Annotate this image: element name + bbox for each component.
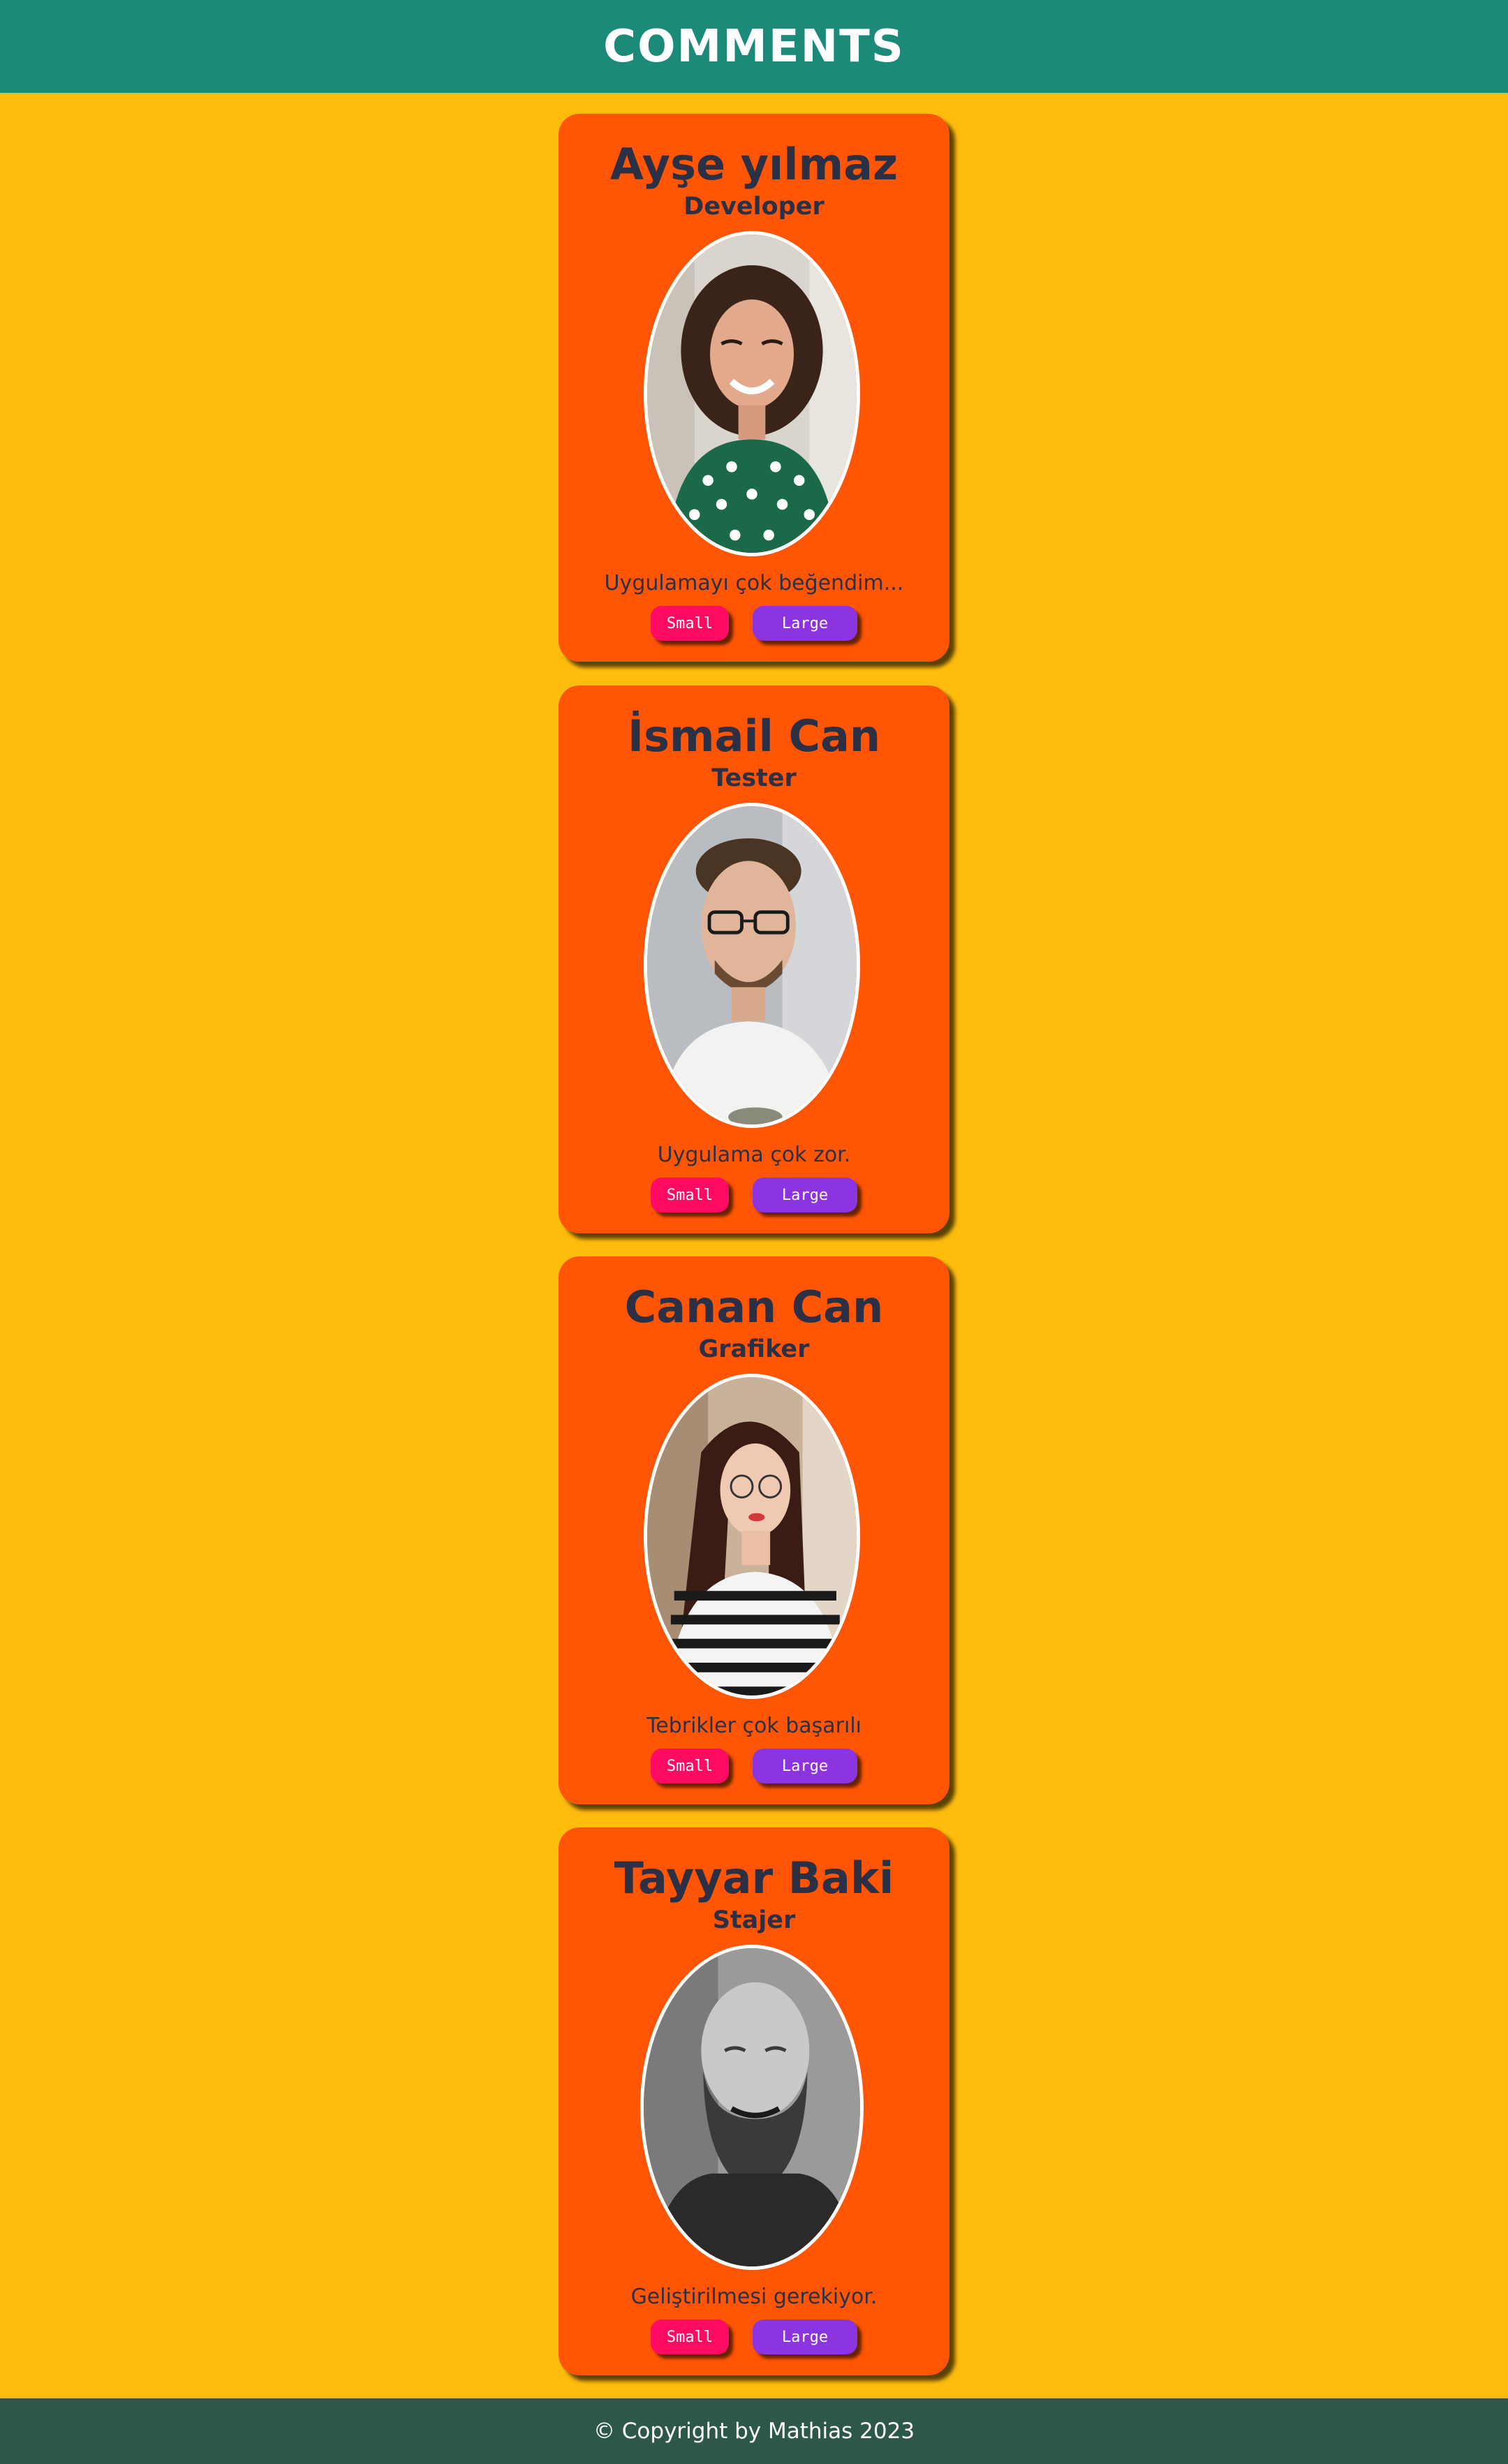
large-button[interactable]: Large xyxy=(753,2320,857,2354)
woman-glasses-portrait-icon xyxy=(644,1374,860,1699)
card-button-group: Small Large xyxy=(559,2320,949,2354)
card-name: Canan Can xyxy=(624,1282,884,1333)
card-name: Ayşe yılmaz xyxy=(609,139,899,190)
card-button-group: Small Large xyxy=(559,1178,949,1212)
card-comment: Uygulama çok zor. xyxy=(657,1143,851,1167)
small-button[interactable]: Small xyxy=(651,2320,729,2354)
small-button[interactable]: Small xyxy=(651,1178,729,1212)
card-name: İsmail Can xyxy=(628,711,880,762)
bearded-man-portrait-icon xyxy=(640,1945,864,2270)
card-role: Developer xyxy=(683,193,825,221)
large-button[interactable]: Large xyxy=(753,606,857,641)
page-title: Comments xyxy=(603,20,905,73)
comment-card: Tayyar Baki Stajer Geliştirilmesi gereki… xyxy=(559,1827,949,2375)
man-glasses-portrait-icon xyxy=(644,803,860,1128)
small-button[interactable]: Small xyxy=(651,606,729,641)
woman-curly-hair-portrait-icon xyxy=(644,231,860,556)
page-header: Comments xyxy=(0,0,1508,93)
copyright-text: © Copyright by Mathias 2023 xyxy=(593,2419,915,2444)
comment-card: Canan Can Grafiker Tebrikler çok başarıl… xyxy=(559,1256,949,1804)
card-comment: Tebrikler çok başarılı xyxy=(646,1714,862,1738)
card-name: Tayyar Baki xyxy=(614,1853,894,1903)
small-button[interactable]: Small xyxy=(651,1749,729,1783)
card-button-group: Small Large xyxy=(559,1749,949,1783)
card-role: Tester xyxy=(711,764,797,792)
card-comment: Uygulamayı çok beğendim... xyxy=(604,571,904,595)
card-role: Stajer xyxy=(712,1906,796,1934)
card-comment: Geliştirilmesi gerekiyor. xyxy=(630,2285,878,2309)
large-button[interactable]: Large xyxy=(753,1178,857,1212)
comment-card: Ayşe yılmaz Developer Uygulamayı çok beğ… xyxy=(559,114,949,662)
page-footer: © Copyright by Mathias 2023 xyxy=(0,2398,1508,2464)
card-button-group: Small Large xyxy=(559,606,949,641)
card-role: Grafiker xyxy=(698,1335,810,1363)
comment-card: İsmail Can Tester Uygulama çok zor. Smal… xyxy=(559,685,949,1233)
large-button[interactable]: Large xyxy=(753,1749,857,1783)
